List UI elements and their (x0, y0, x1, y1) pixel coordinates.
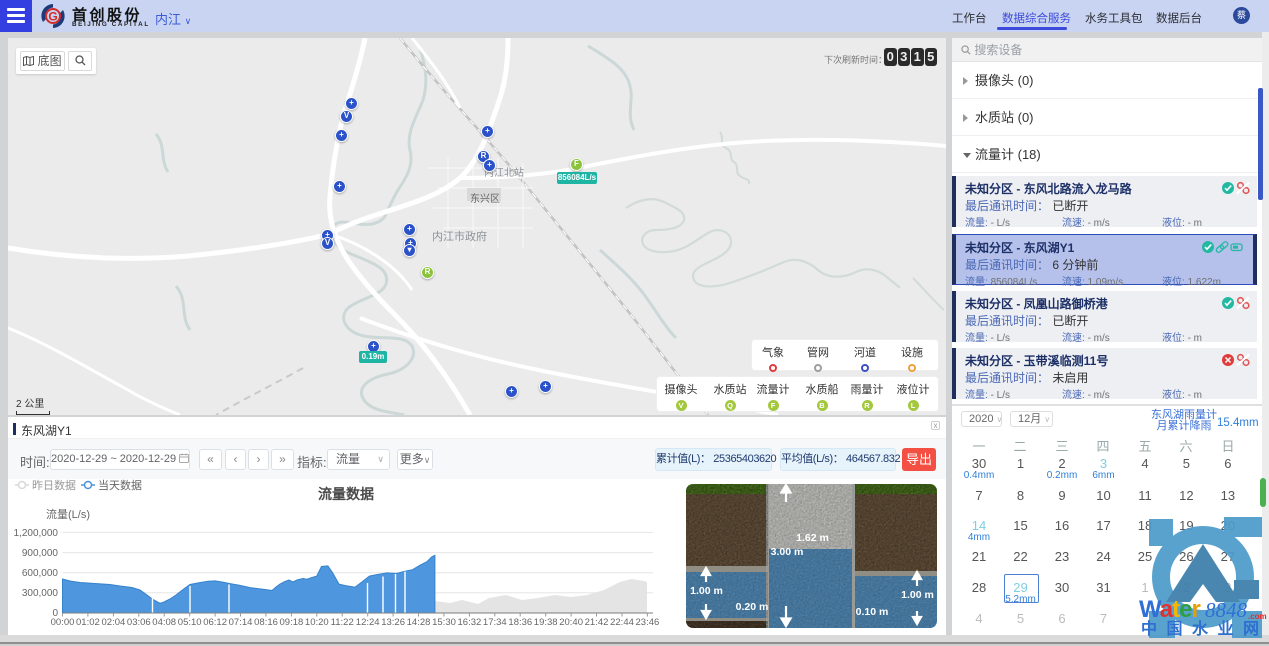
svg-text:23:46: 23:46 (636, 617, 660, 628)
svg-text:13:26: 13:26 (381, 617, 405, 628)
svg-text:03:06: 03:06 (127, 617, 151, 628)
svg-text:中国水业网: 中国水业网 (1141, 619, 1269, 638)
svg-text:06:12: 06:12 (203, 617, 227, 628)
svg-text:21:42: 21:42 (585, 617, 609, 628)
svg-text:22:44: 22:44 (610, 617, 634, 628)
svg-text:12:24: 12:24 (356, 617, 380, 628)
svg-text:1.00 m: 1.00 m (901, 589, 934, 601)
svg-text:流量(L/s): 流量(L/s) (46, 507, 90, 521)
svg-text:07:14: 07:14 (229, 617, 253, 628)
svg-text:11:22: 11:22 (331, 617, 354, 628)
svg-text:17:34: 17:34 (483, 617, 507, 628)
svg-text:19:38: 19:38 (534, 617, 558, 628)
svg-text:流量数据: 流量数据 (318, 486, 374, 502)
svg-text:16:32: 16:32 (458, 617, 482, 628)
svg-text:8848: 8848 (1205, 598, 1248, 622)
svg-text:02:04: 02:04 (102, 617, 126, 628)
svg-text:10:20: 10:20 (305, 617, 329, 628)
svg-text:05:10: 05:10 (178, 617, 202, 628)
svg-text:600,000: 600,000 (22, 568, 59, 579)
svg-text:1.00 m: 1.00 m (690, 585, 723, 597)
svg-text:09:18: 09:18 (280, 617, 304, 628)
svg-text:14:28: 14:28 (407, 617, 431, 628)
svg-text:Water: Water (1139, 596, 1200, 623)
svg-text:1.62 m: 1.62 m (796, 532, 829, 544)
svg-text:18:36: 18:36 (508, 617, 532, 628)
svg-text:08:16: 08:16 (254, 617, 278, 628)
svg-text:300,000: 300,000 (22, 588, 59, 599)
svg-text:15:30: 15:30 (432, 617, 456, 628)
svg-text:当天数据: 当天数据 (98, 479, 142, 492)
svg-text:900,000: 900,000 (22, 548, 59, 559)
svg-text:00:00: 00:00 (51, 617, 75, 628)
svg-text:.com: .com (1248, 612, 1267, 621)
svg-text:0.20 m: 0.20 m (736, 601, 769, 613)
svg-text:3.00 m: 3.00 m (771, 546, 804, 558)
svg-text:昨日数据: 昨日数据 (32, 479, 76, 492)
svg-text:04:08: 04:08 (152, 617, 176, 628)
svg-text:1,200,000: 1,200,000 (14, 528, 59, 539)
svg-text:0.10 m: 0.10 m (856, 606, 889, 618)
svg-text:01:02: 01:02 (76, 617, 100, 628)
svg-text:G: G (48, 10, 57, 24)
svg-text:20:40: 20:40 (559, 617, 583, 628)
